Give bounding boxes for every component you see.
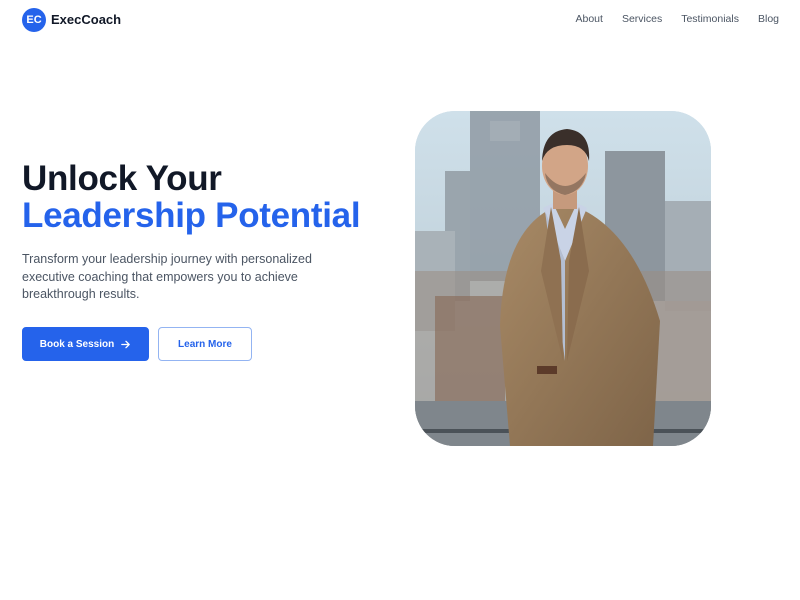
arrow-right-icon [121, 340, 131, 348]
portrait-illustration [415, 111, 711, 446]
logo-badge[interactable]: EC [22, 8, 46, 32]
book-session-label: Book a Session [39, 338, 115, 350]
learn-more-label: Learn More [178, 338, 232, 350]
brand-name[interactable]: ExecCoach [51, 12, 121, 27]
book-session-button[interactable]: Book a Session [22, 327, 149, 361]
learn-more-button[interactable]: Learn More [158, 327, 252, 361]
site-header: EC ExecCoach About Services Testimonials… [0, 0, 800, 40]
nav-link-testimonials[interactable]: Testimonials [681, 13, 739, 25]
coach-portrait-image [415, 111, 711, 446]
nav-link-blog[interactable]: Blog [758, 13, 779, 25]
hero-title-line1: Unlock Your [22, 159, 222, 198]
hero-title-line2: Leadership Potential [22, 196, 361, 235]
nav-link-about[interactable]: About [575, 13, 602, 25]
hero-subtitle: Transform your leadership journey with p… [22, 252, 312, 301]
hero-title: Unlock Your Leadership Potential [22, 160, 402, 234]
main-nav: About Services Testimonials Blog [575, 13, 779, 25]
nav-link-services[interactable]: Services [622, 13, 662, 25]
